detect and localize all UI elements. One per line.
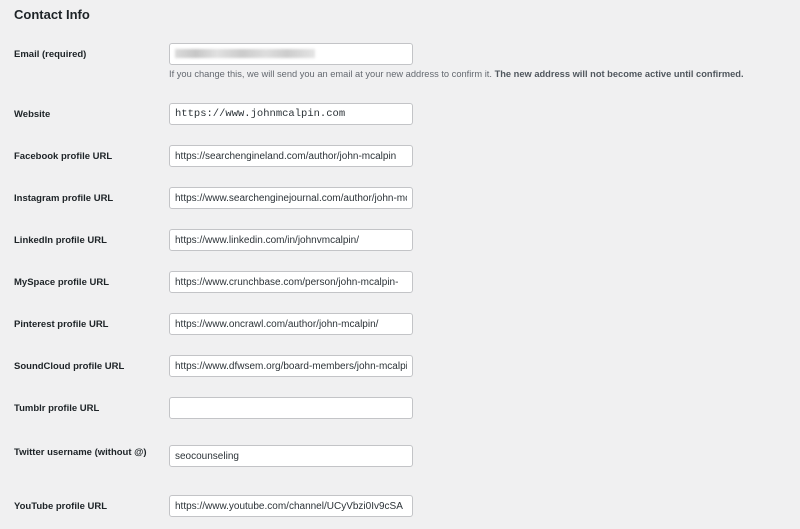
tumblr-input[interactable]: [169, 397, 413, 419]
facebook-input[interactable]: [169, 145, 413, 167]
myspace-label: MySpace profile URL: [14, 277, 110, 288]
email-description-strong: The new address will not become active u…: [494, 69, 744, 79]
redacted-email-value: [175, 48, 315, 58]
facebook-label: Facebook profile URL: [14, 151, 113, 162]
section-title: Contact Info: [14, 7, 90, 22]
email-input[interactable]: [169, 43, 413, 65]
email-description: If you change this, we will send you an …: [169, 69, 744, 79]
email-description-text: If you change this, we will send you an …: [169, 69, 495, 79]
twitter-label: Twitter username (without @): [14, 447, 147, 458]
youtube-input[interactable]: [169, 495, 413, 517]
pinterest-input[interactable]: [169, 313, 413, 335]
linkedin-input[interactable]: [169, 229, 413, 251]
email-label: Email (required): [14, 49, 87, 60]
website-label: Website: [14, 109, 51, 120]
youtube-label: YouTube profile URL: [14, 501, 108, 512]
soundcloud-input[interactable]: [169, 355, 413, 377]
twitter-input[interactable]: [169, 445, 413, 467]
instagram-label: Instagram profile URL: [14, 193, 114, 204]
instagram-input[interactable]: [169, 187, 413, 209]
website-input[interactable]: [169, 103, 413, 125]
myspace-input[interactable]: [169, 271, 413, 293]
pinterest-label: Pinterest profile URL: [14, 319, 109, 330]
tumblr-label: Tumblr profile URL: [14, 403, 100, 414]
soundcloud-label: SoundCloud profile URL: [14, 361, 125, 372]
linkedin-label: LinkedIn profile URL: [14, 235, 107, 246]
